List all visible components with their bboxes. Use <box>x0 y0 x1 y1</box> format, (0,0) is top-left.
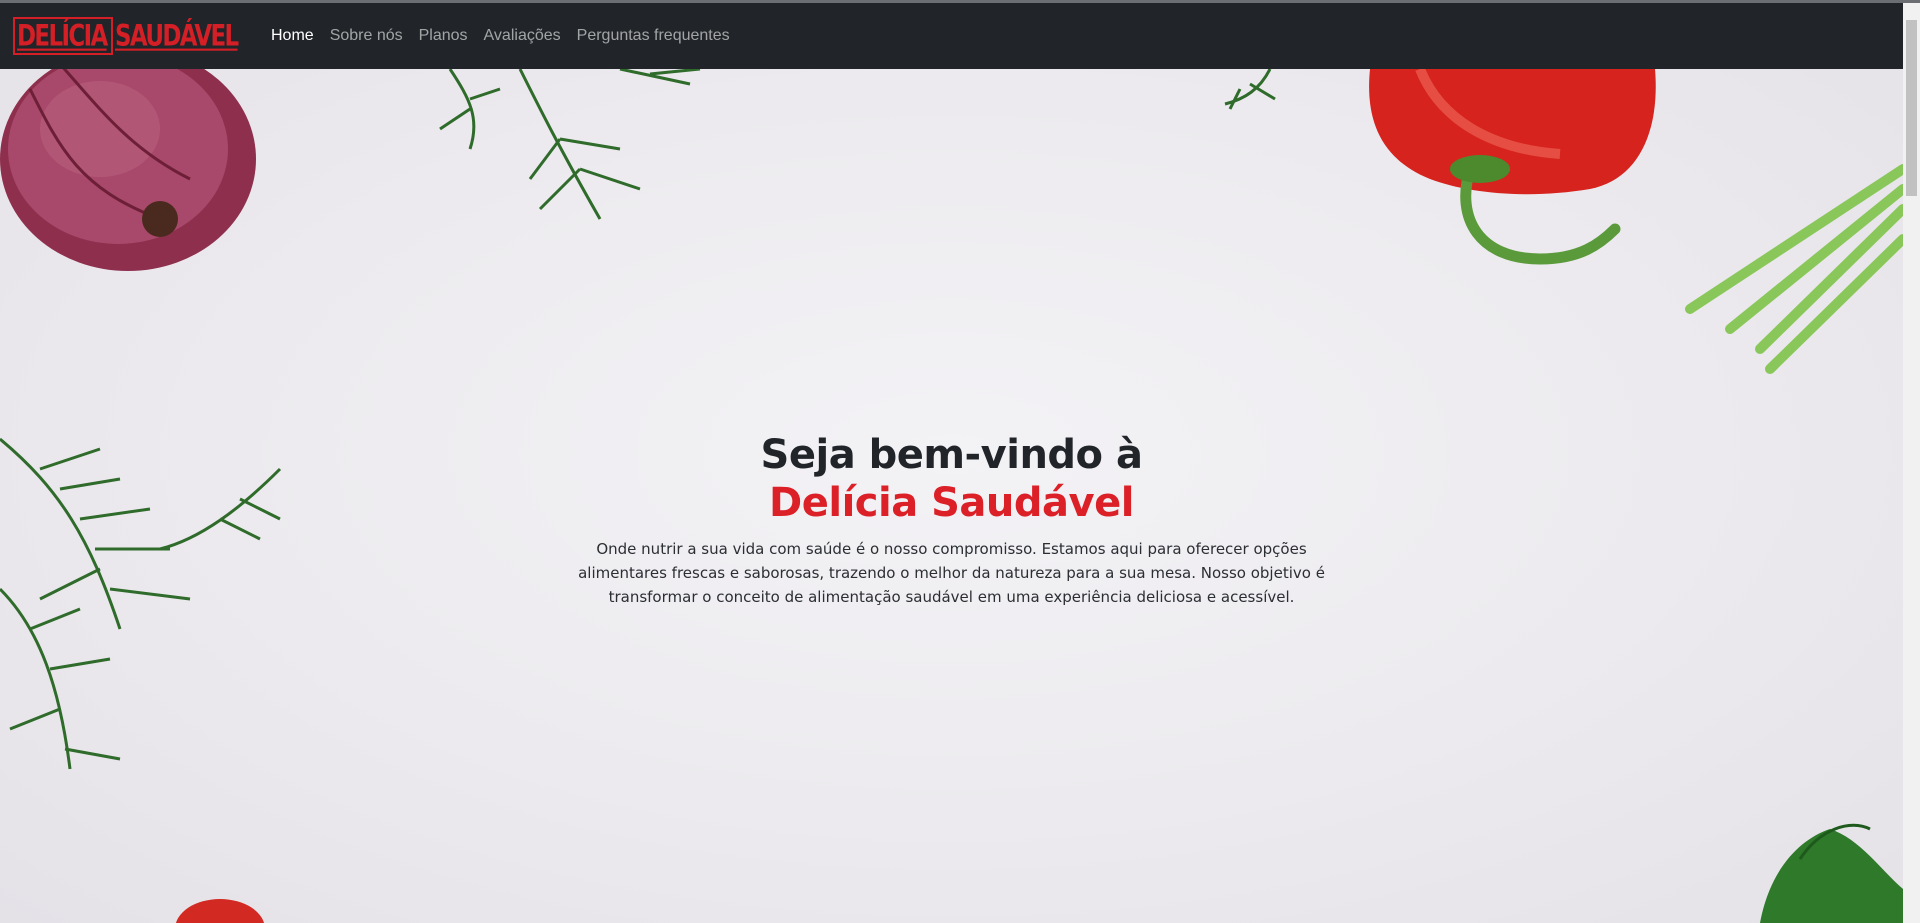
parsley-image <box>1760 823 1903 923</box>
browser-viewport: DELÍCIA SAUDÁVEL Home Sobre nós Planos A… <box>0 0 1920 923</box>
dill-top-image <box>439 69 701 220</box>
nav-link-home[interactable]: Home <box>271 27 314 45</box>
nav-link-sobre-nos[interactable]: Sobre nós <box>330 27 403 45</box>
brand-logo-box: DELÍCIA <box>13 17 113 55</box>
hero-title-line1: Seja bem-vindo à <box>760 432 1143 478</box>
hero-title-brand: Delícia Saudável <box>769 480 1134 526</box>
nav-link-planos[interactable]: Planos <box>419 27 468 45</box>
nav-links: Home Sobre nós Planos Avaliações Pergunt… <box>271 27 746 45</box>
scrollbar-thumb[interactable] <box>1906 20 1917 196</box>
green-onion-image <box>1685 164 1903 374</box>
navbar: DELÍCIA SAUDÁVEL Home Sobre nós Planos A… <box>0 3 1903 69</box>
onion-image <box>0 69 256 271</box>
brand-logo[interactable]: DELÍCIA SAUDÁVEL <box>13 16 245 56</box>
nav-link-perguntas-frequentes[interactable]: Perguntas frequentes <box>577 27 730 45</box>
hero-section: Seja bem-vindo à Delícia Saudável Onde n… <box>0 69 1903 923</box>
brand-logo-part2: SAUDÁVEL <box>115 18 239 53</box>
nav-link-avaliacoes[interactable]: Avaliações <box>484 27 561 45</box>
red-pepper-image <box>1369 69 1656 265</box>
dill-top-right-image <box>1224 69 1276 110</box>
tomato-image <box>175 899 265 923</box>
hero-description: Onde nutrir a sua vida com saúde é o nos… <box>578 540 1325 606</box>
hero-content: Seja bem-vindo à Delícia Saudável Onde n… <box>0 431 1903 609</box>
brand-logo-part1: DELÍCIA <box>17 18 108 53</box>
